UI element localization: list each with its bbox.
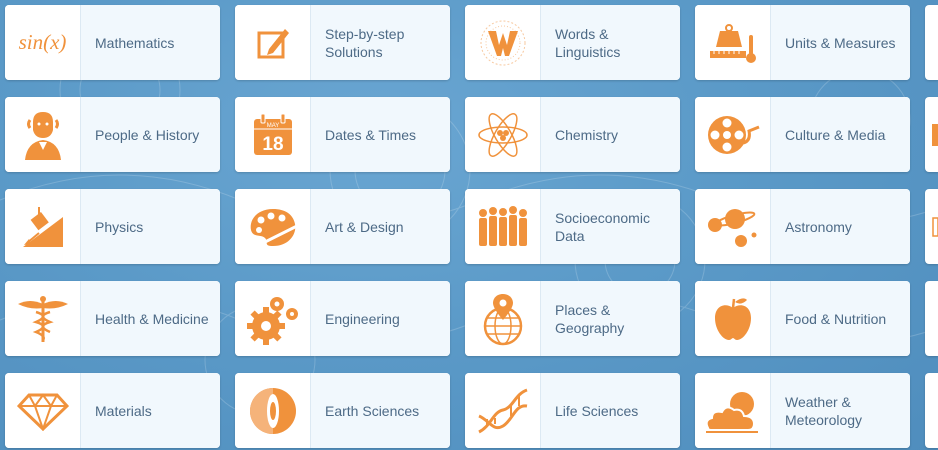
apple-icon (695, 281, 771, 356)
tile-label: Health & Medicine (95, 310, 209, 327)
tile-socioeconomic-data[interactable]: Socioeconomic Data (465, 189, 680, 264)
sin-x-icon: sin(x) (5, 5, 81, 80)
tile-dates-times[interactable]: MAY 18 Dates & Times (235, 97, 450, 172)
tile-weather-meteorology[interactable]: Weather & Meteorology (695, 373, 910, 448)
calendar-icon: MAY 18 (235, 97, 311, 172)
tile-label: Art & Design (325, 218, 404, 235)
tile-label: Physics (95, 218, 144, 235)
tile-partial-column-row4[interactable] (925, 281, 938, 356)
tile-mathematics[interactable]: sin(x) Mathematics (5, 5, 220, 80)
film-reel-icon (695, 97, 771, 172)
tile-label: Engineering (325, 310, 400, 327)
inclined-plane-icon (5, 189, 81, 264)
scale-ruler-thermometer-icon (695, 5, 771, 80)
planets-icon (695, 189, 771, 264)
tile-life-sciences[interactable]: Life Sciences (465, 373, 680, 448)
tile-food-nutrition[interactable]: Food & Nutrition (695, 281, 910, 356)
crowd-icon (465, 189, 541, 264)
caduceus-icon (5, 281, 81, 356)
tile-art-design[interactable]: Art & Design (235, 189, 450, 264)
tile-label: Materials (95, 402, 152, 419)
tile-culture-media[interactable]: Culture & Media (695, 97, 910, 172)
pencil-edit-icon (235, 5, 311, 80)
partial-icon (925, 97, 938, 172)
tile-label: Dates & Times (325, 126, 417, 143)
paint-palette-icon (235, 189, 311, 264)
tile-label: Life Sciences (555, 402, 639, 419)
globe-pin-icon (465, 281, 541, 356)
tile-chemistry[interactable]: Chemistry (465, 97, 680, 172)
tile-physics[interactable]: Physics (5, 189, 220, 264)
tile-engineering[interactable]: Engineering (235, 281, 450, 356)
tile-people-history[interactable]: People & History (5, 97, 220, 172)
dna-icon (465, 373, 541, 448)
tile-label: Food & Nutrition (785, 310, 887, 327)
tile-health-medicine[interactable]: Health & Medicine (5, 281, 220, 356)
tile-step-by-step-solutions[interactable]: Step-by-step Solutions (235, 5, 450, 80)
tile-words-linguistics[interactable]: Words & Linguistics (465, 5, 680, 80)
letter-w-icon (465, 5, 541, 80)
tile-label: Chemistry (555, 126, 619, 143)
tile-partial-column-row1[interactable] (925, 5, 938, 80)
diamond-icon (5, 373, 81, 448)
tile-label: Mathematics (95, 34, 175, 51)
tile-label: Words & Linguistics (555, 25, 621, 60)
sun-cloud-icon (695, 373, 771, 448)
tile-astronomy[interactable]: Astronomy (695, 189, 910, 264)
tile-units-measures[interactable]: Units & Measures (695, 5, 910, 80)
tile-label: People & History (95, 126, 200, 143)
tile-label: Places & Geography (555, 301, 625, 336)
atom-icon (465, 97, 541, 172)
tile-materials[interactable]: Materials (5, 373, 220, 448)
tile-label: Earth Sciences (325, 402, 420, 419)
tile-places-geography[interactable]: Places & Geography (465, 281, 680, 356)
earth-layers-icon (235, 373, 311, 448)
tile-label: Weather & Meteorology (785, 393, 863, 428)
partial-icon (925, 189, 938, 264)
historical-portrait-icon (5, 97, 81, 172)
gears-icon (235, 281, 311, 356)
calendar-day: 18 (262, 134, 283, 155)
tile-partial-column-row2[interactable] (925, 97, 938, 172)
tile-earth-sciences[interactable]: Earth Sciences (235, 373, 450, 448)
tile-partial-column-row5[interactable] (925, 373, 938, 448)
tile-partial-column-row3[interactable] (925, 189, 938, 264)
tile-label: Culture & Media (785, 126, 886, 143)
tile-label: Step-by-step Solutions (325, 25, 405, 60)
tile-label: Astronomy (785, 218, 852, 235)
tile-label: Units & Measures (785, 34, 896, 51)
calendar-month: MAY (266, 123, 279, 129)
tile-label: Socioeconomic Data (555, 209, 650, 244)
